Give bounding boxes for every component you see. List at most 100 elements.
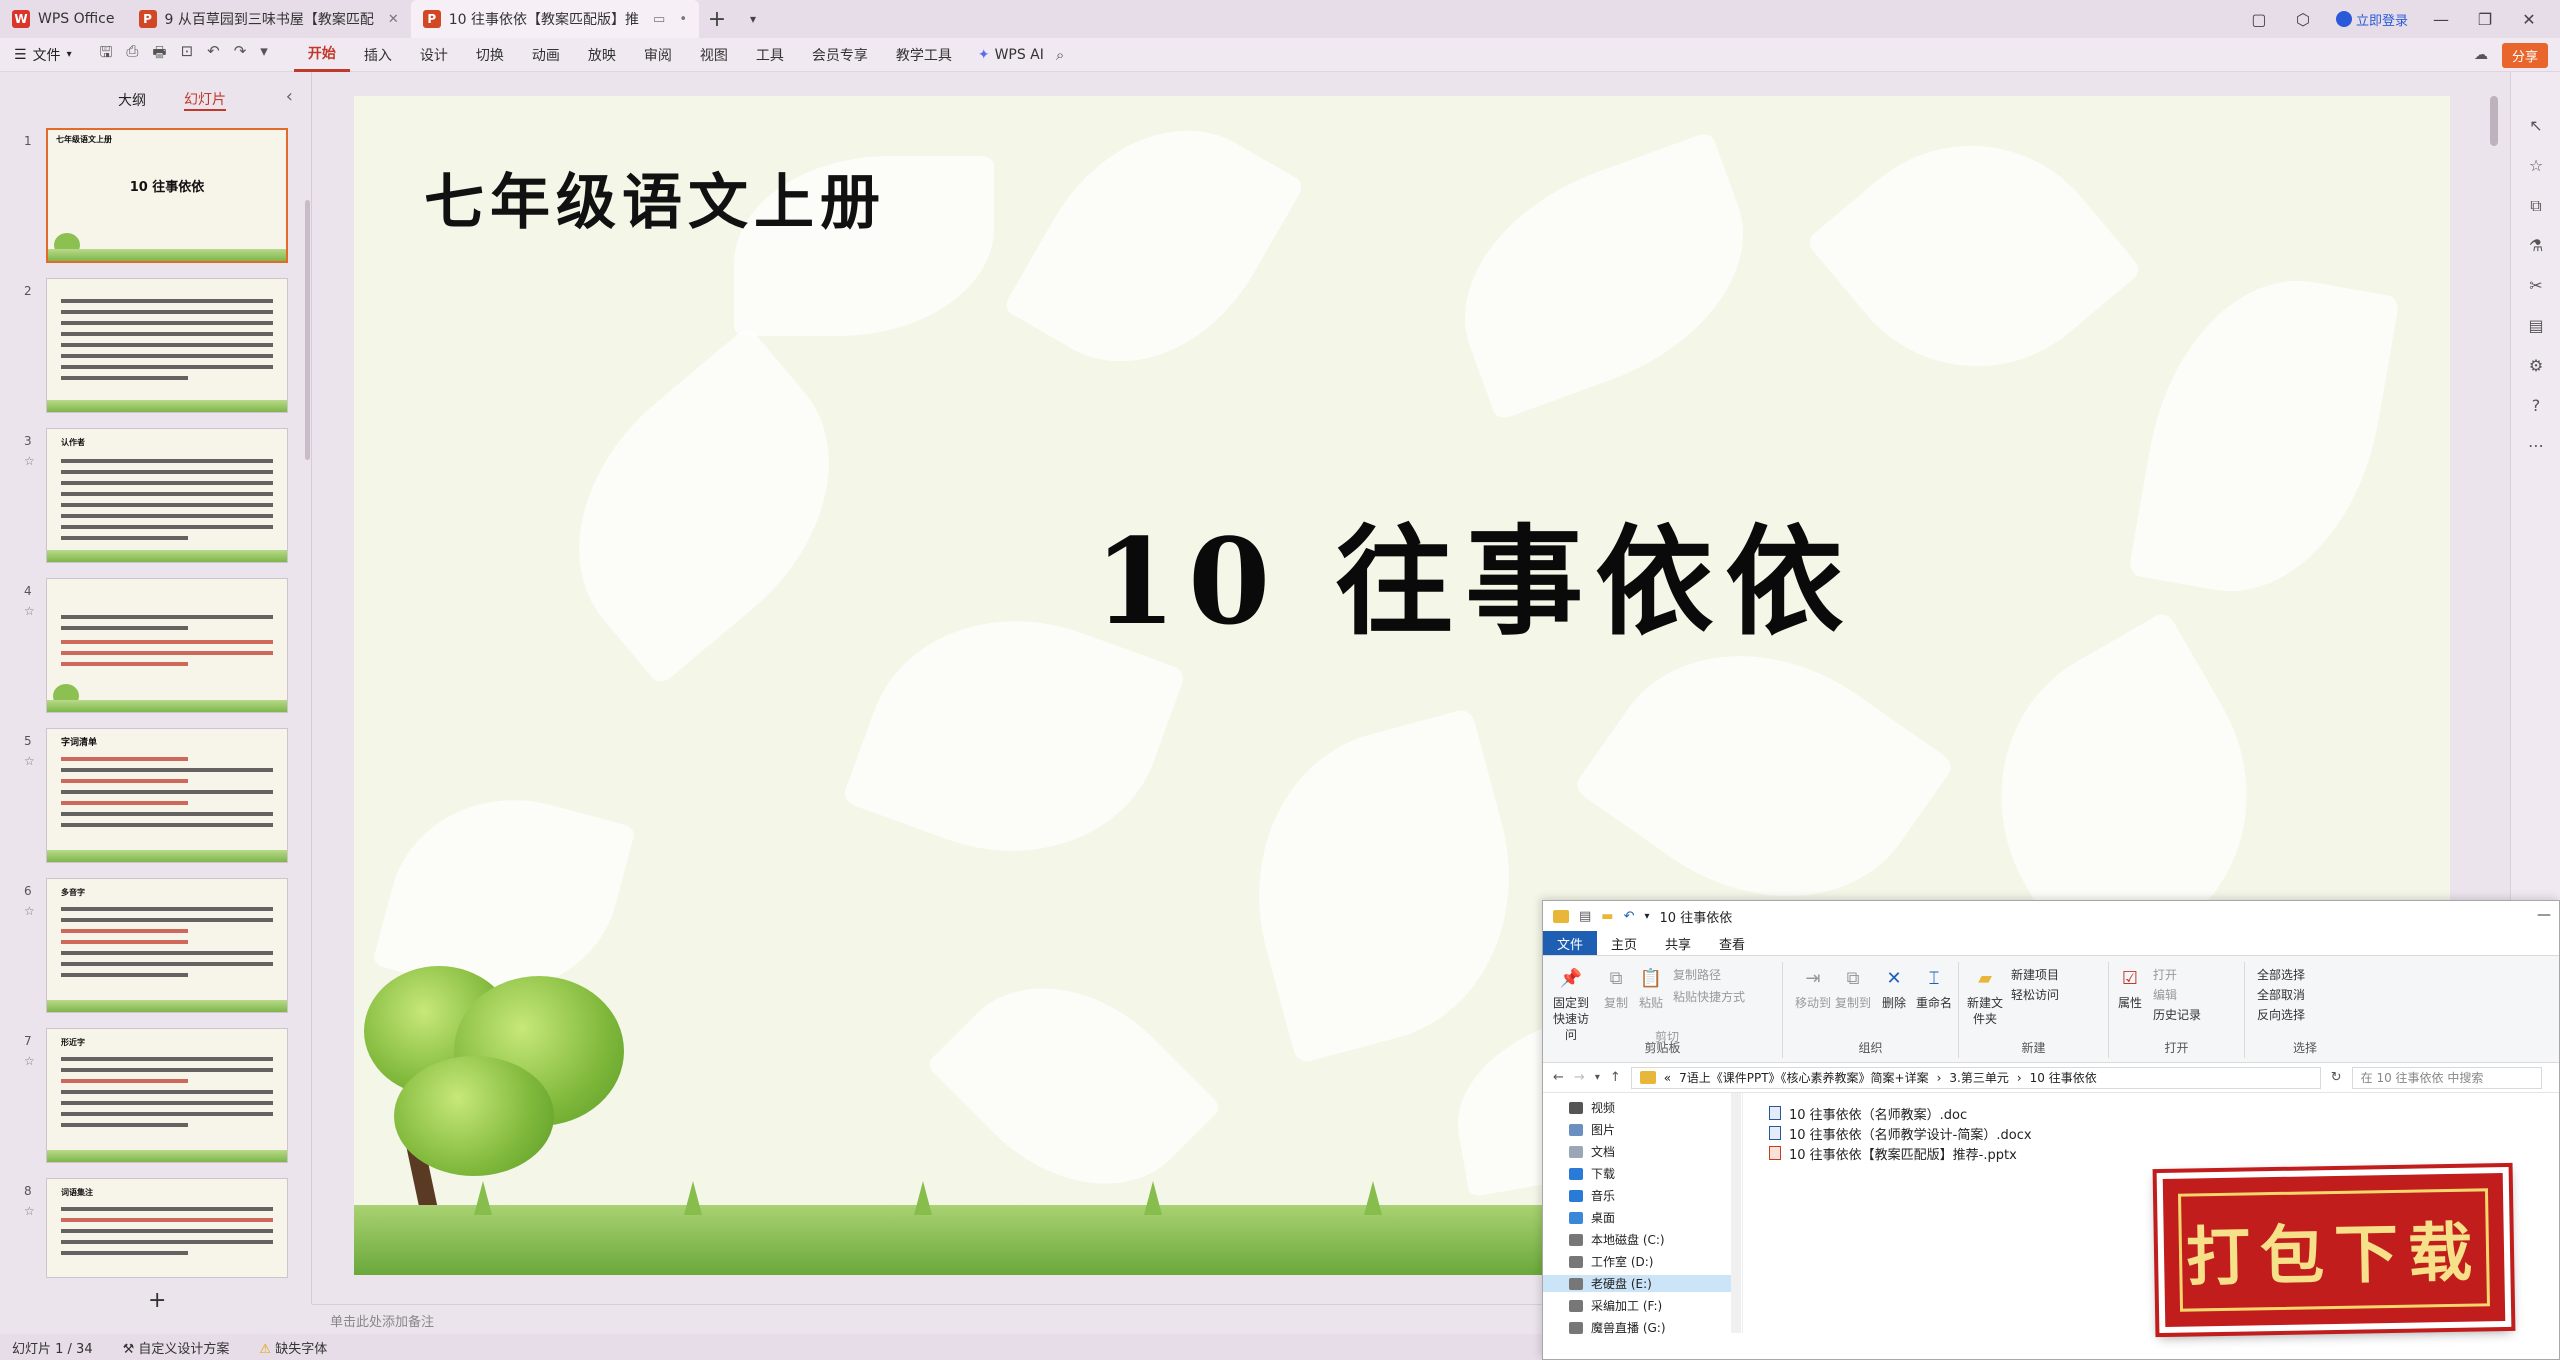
more-chevron-icon[interactable]: ▾ — [260, 42, 268, 67]
paste-button[interactable]: 📋 粘贴 — [1635, 966, 1667, 1011]
print-icon[interactable]: 🖶 — [152, 42, 166, 67]
tab-outline[interactable]: 大纲 — [118, 90, 146, 110]
collapse-panel-icon[interactable]: ‹ — [286, 86, 293, 107]
menu-view[interactable]: 视图 — [686, 38, 742, 72]
package-download-badge[interactable]: 打包下载 — [2156, 1166, 2512, 1334]
breadcrumb-item[interactable]: 3.第三单元 — [1949, 1069, 2008, 1086]
rename-button[interactable]: ⌶ 重命名 — [1915, 966, 1953, 1011]
slide-thumbnail-4[interactable] — [46, 578, 288, 713]
missing-fonts-button[interactable]: ⚠ 缺失字体 — [259, 1338, 327, 1357]
nav-item-videos[interactable]: 视频 — [1569, 1099, 1615, 1116]
select-none-button[interactable]: 全部取消 — [2257, 986, 2305, 1003]
refresh-icon[interactable]: ↻ — [2331, 1070, 2342, 1085]
slide-thumbnail-8[interactable]: 词语集注 — [46, 1178, 288, 1278]
search-input[interactable]: 在 10 往事依依 中搜索 — [2351, 1066, 2542, 1089]
notes-area[interactable]: 单击此处添加备注 — [312, 1304, 1552, 1334]
tab-home[interactable]: 主页 — [1597, 931, 1651, 956]
close-window-icon[interactable]: ✕ — [2518, 10, 2540, 29]
breadcrumb-overflow[interactable]: « — [1664, 1071, 1671, 1085]
menu-review[interactable]: 审阅 — [630, 38, 686, 72]
slide-thumbnail-3[interactable]: 认作者 — [46, 428, 288, 563]
star-icon[interactable]: ☆ — [24, 604, 35, 618]
qa-newfolder-icon[interactable]: ▬ — [1601, 909, 1613, 924]
tab-document-9[interactable]: P 9 从百草园到三味书屋【教案匹配 ✕ — [127, 0, 411, 38]
slide-title[interactable]: 10 往事依依 — [1094, 486, 1855, 657]
export-pdf-icon[interactable]: ⎙ — [126, 42, 138, 67]
search-icon[interactable]: ⌕ — [1056, 46, 1064, 64]
star-icon[interactable]: ☆ — [24, 454, 35, 468]
save-icon[interactable]: 🖫 — [100, 42, 113, 67]
tab-list-chevron-icon[interactable]: ▾ — [735, 0, 771, 38]
invert-selection-button[interactable]: 反向选择 — [2257, 1006, 2305, 1023]
more-icon[interactable]: ⋯ — [2525, 436, 2547, 458]
close-icon[interactable]: ✕ — [388, 12, 399, 27]
nav-item-drive-g[interactable]: 魔兽直播 (G:) — [1569, 1319, 1666, 1336]
slide-thumbnail-5[interactable]: 字词清单 — [46, 728, 288, 863]
slide-thumbnail-1[interactable]: 七年级语文上册 10 往事依依 — [46, 128, 288, 263]
select-all-button[interactable]: 全部选择 — [2257, 966, 2305, 983]
nav-scrollbar[interactable] — [1731, 1093, 1741, 1333]
tab-file[interactable]: 文件 — [1543, 930, 1598, 956]
tab-slides[interactable]: 幻灯片 — [184, 89, 226, 111]
delete-button[interactable]: ✕ 删除 — [1879, 966, 1909, 1011]
up-arrow-icon[interactable]: ↑ — [1610, 1070, 1621, 1085]
redo-icon[interactable]: ↷ — [234, 42, 247, 67]
cloud-sync-icon[interactable]: ☁ — [2474, 47, 2488, 63]
add-slide-button[interactable]: + — [148, 1288, 166, 1313]
star-icon[interactable]: ☆ — [24, 1204, 35, 1218]
menu-tools[interactable]: 工具 — [742, 38, 798, 72]
history-button[interactable]: 历史记录 — [2153, 1006, 2201, 1023]
new-folder-button[interactable]: ▰ 新建文件夹 — [1965, 966, 2005, 1027]
settings-icon[interactable]: ⚙ — [2525, 356, 2547, 378]
menu-member[interactable]: 会员专享 — [798, 38, 882, 72]
help-icon[interactable]: ? — [2525, 396, 2547, 418]
undo-icon[interactable]: ↶ — [1624, 909, 1635, 924]
recent-chevron-icon[interactable]: ▾ — [1595, 1072, 1600, 1083]
nav-item-drive-f[interactable]: 采编加工 (F:) — [1569, 1297, 1662, 1314]
tab-wps-office[interactable]: W WPS Office — [0, 0, 127, 38]
close-icon[interactable]: • — [679, 12, 687, 27]
slide-thumbnail-6[interactable]: 多音字 — [46, 878, 288, 1013]
undo-icon[interactable]: ↶ — [207, 42, 220, 67]
file-item[interactable]: 10 往事依依（名师教案）.doc — [1769, 1103, 2032, 1123]
open-button[interactable]: 打开 — [2153, 966, 2177, 983]
breadcrumb-item[interactable]: 7语上《课件PPT》《核心素养教案》简案+详案 — [1679, 1069, 1929, 1086]
nav-item-documents[interactable]: 文档 — [1569, 1143, 1615, 1160]
slide-scrollbar[interactable] — [2490, 96, 2498, 146]
nav-item-pictures[interactable]: 图片 — [1569, 1121, 1615, 1138]
edit-button[interactable]: 编辑 — [2153, 986, 2177, 1003]
restore-icon[interactable]: ❐ — [2474, 10, 2496, 29]
star-icon[interactable]: ☆ — [24, 904, 35, 918]
magic-icon[interactable]: ✂ — [2525, 276, 2547, 298]
minimize-icon[interactable]: — — [2430, 10, 2452, 29]
forward-arrow-icon[interactable]: → — [1574, 1070, 1585, 1085]
qa-properties-icon[interactable]: ▤ — [1579, 909, 1591, 924]
star-icon[interactable]: ☆ — [24, 754, 35, 768]
file-item[interactable]: 10 往事依依【教案匹配版】推荐-.pptx — [1769, 1143, 2032, 1163]
preview-icon[interactable]: ⊡ — [181, 42, 194, 67]
window-layout-icon[interactable]: ▢ — [2248, 10, 2270, 29]
panel-scrollbar[interactable] — [305, 200, 310, 460]
pin-quick-access-button[interactable]: 📌 固定到快速访问 — [1549, 966, 1593, 1043]
template-icon[interactable]: ▤ — [2525, 316, 2547, 338]
cube-icon[interactable]: ⬡ — [2292, 10, 2314, 29]
breadcrumb-item[interactable]: 10 往事依依 — [2030, 1069, 2097, 1086]
share-button[interactable]: 分享 — [2501, 42, 2548, 68]
monitor-icon[interactable]: ▭ — [653, 12, 665, 27]
copy-format-icon[interactable]: ⧉ — [2525, 196, 2547, 218]
slide-thumbnail-7[interactable]: 形近字 — [46, 1028, 288, 1163]
nav-item-music[interactable]: 音乐 — [1569, 1187, 1615, 1204]
new-item-button[interactable]: 新建项目 — [2011, 966, 2059, 983]
menu-home[interactable]: 开始 — [293, 38, 350, 72]
menu-design[interactable]: 设计 — [406, 38, 462, 72]
menu-insert[interactable]: 插入 — [350, 38, 406, 72]
favorite-icon[interactable]: ☆ — [2525, 156, 2547, 178]
new-tab-button[interactable]: + — [699, 0, 735, 38]
back-arrow-icon[interactable]: ← — [1553, 1070, 1564, 1085]
chevron-down-icon[interactable]: ▾ — [1645, 911, 1650, 922]
tab-view[interactable]: 查看 — [1705, 931, 1759, 956]
copy-path-button[interactable]: 复制路径 — [1673, 966, 1721, 983]
nav-item-downloads[interactable]: 下载 — [1569, 1165, 1615, 1182]
select-tool-icon[interactable]: ↖ — [2525, 116, 2547, 138]
menu-teaching-tools[interactable]: 教学工具 — [882, 38, 966, 72]
